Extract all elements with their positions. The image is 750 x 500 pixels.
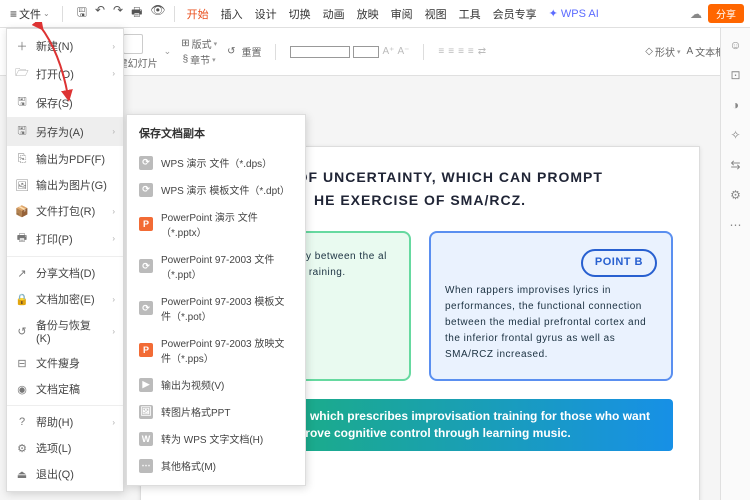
paragraph-group[interactable]: ≡≡≡≡⇄ — [438, 46, 486, 57]
tab-design[interactable]: 设计 — [255, 4, 277, 24]
ai-icon: ✦ — [549, 7, 558, 20]
sidebar-more-icon[interactable]: ⋯ — [730, 218, 742, 232]
file-menu-item[interactable]: 🖶打印(P)› — [7, 224, 123, 253]
save-as-option[interactable]: PPowerPoint 97-2003 放映文件（*.pps） — [127, 329, 305, 371]
ai-label: WPS AI — [561, 8, 599, 20]
tab-animation[interactable]: 动画 — [323, 4, 345, 24]
chevron-down-icon: ⌄ — [43, 9, 50, 18]
point-b-badge: POINT B — [581, 249, 657, 277]
cloud-icon[interactable]: ☁ — [690, 7, 702, 21]
save-icon[interactable]: 🖫 — [77, 3, 87, 24]
print-icon[interactable]: 🖶 — [131, 3, 142, 24]
right-sidebar: ☺ ⊡ ◑ ✧ ⇆ ⚙ ⋯ — [720, 28, 750, 500]
file-menu-item[interactable]: 🖼输出为图片(G) — [7, 172, 123, 198]
file-menu-item[interactable]: ↺备份与恢复(K)› — [7, 312, 123, 350]
save-as-option[interactable]: ⟳PowerPoint 97-2003 文件（*.ppt） — [127, 245, 305, 287]
file-menu-item[interactable]: 🖫保存(S) — [7, 88, 123, 117]
tab-show[interactable]: 放映 — [357, 4, 379, 24]
save-as-option[interactable]: W转为 WPS 文字文档(H) — [127, 425, 305, 452]
quick-access-toolbar: 🖫 ↶ ↷ 🖶 👁 — [77, 3, 166, 24]
file-menu-item[interactable]: ⚙选项(L) — [7, 435, 123, 461]
file-menu-item[interactable]: 🗁打开(O)› — [7, 59, 123, 88]
ribbon-tabs: 开始 插入 设计 切换 动画 放映 审阅 视图 工具 会员专享 — [187, 4, 537, 24]
redo-icon[interactable]: ↷ — [113, 3, 123, 24]
sidebar-trans-icon[interactable]: ⇆ — [730, 158, 740, 172]
wps-ai-button[interactable]: ✦ WPS AI — [549, 7, 599, 20]
tab-start[interactable]: 开始 — [187, 4, 209, 24]
file-menu-item[interactable]: ◉文档定稿 — [7, 376, 123, 402]
save-as-option[interactable]: ⋯其他格式(M) — [127, 452, 305, 479]
tab-member[interactable]: 会员专享 — [493, 4, 537, 24]
sidebar-user-icon[interactable]: ☺ — [729, 38, 741, 52]
file-menu-button[interactable]: ≡ 文件 ⌄ — [6, 4, 54, 24]
save-as-option[interactable]: 🖼转图片格式PPT — [127, 398, 305, 425]
file-menu-item[interactable]: ?帮助(H)› — [7, 409, 123, 435]
file-menu-item[interactable]: 🔒文档加密(E)› — [7, 286, 123, 312]
file-menu-label: 文件 — [19, 6, 41, 22]
file-menu-item[interactable]: ↗分享文档(D) — [7, 260, 123, 286]
file-menu-item[interactable]: ⎘输出为PDF(F) — [7, 146, 123, 172]
save-as-option[interactable]: PPowerPoint 演示 文件（*.pptx） — [127, 203, 305, 245]
save-as-submenu: 保存文档副本⟳WPS 演示 文件（*.dps）⟳WPS 演示 模板文件（*.dp… — [126, 114, 306, 486]
share-button[interactable]: 分享 — [708, 4, 744, 23]
file-menu-item[interactable]: ⊟文件瘦身 — [7, 350, 123, 376]
tab-review[interactable]: 审阅 — [391, 4, 413, 24]
submenu-header: 保存文档副本 — [127, 121, 305, 149]
save-as-option[interactable]: ⟳WPS 演示 模板文件（*.dpt） — [127, 176, 305, 203]
save-as-option[interactable]: ⟳WPS 演示 文件（*.dps） — [127, 149, 305, 176]
file-menu-item[interactable]: 📦文件打包(R)› — [7, 198, 123, 224]
new-slide-icon[interactable] — [123, 34, 143, 54]
tab-tools[interactable]: 工具 — [459, 4, 481, 24]
sidebar-anim-icon[interactable]: ✧ — [730, 128, 740, 142]
file-menu-item[interactable]: 🖫另存为(A)› — [7, 117, 123, 146]
tab-insert[interactable]: 插入 — [221, 4, 243, 24]
reset-button[interactable]: ↺重置 — [227, 44, 261, 59]
hamburger-icon: ≡ — [10, 7, 17, 21]
tab-view[interactable]: 视图 — [425, 4, 447, 24]
save-as-option[interactable]: ▶输出为视频(V) — [127, 371, 305, 398]
file-menu-item[interactable]: ＋新建(N)› — [7, 33, 123, 59]
file-dropdown-menu: ＋新建(N)›🗁打开(O)›🖫保存(S)🖫另存为(A)›⎘输出为PDF(F)🖼输… — [6, 28, 124, 492]
layout-button[interactable]: ⊞版式▾ — [181, 36, 217, 51]
sidebar-design-icon[interactable]: ◑ — [732, 98, 739, 112]
tab-transition[interactable]: 切换 — [289, 4, 311, 24]
sidebar-select-icon[interactable]: ⊡ — [730, 68, 740, 82]
file-menu-item[interactable]: ⏏退出(Q) — [7, 461, 123, 487]
font-group[interactable]: A⁺A⁻ — [290, 46, 409, 58]
sidebar-tool-icon[interactable]: ⚙ — [730, 188, 741, 202]
save-as-option[interactable]: ⟳PowerPoint 97-2003 模板文件（*.pot） — [127, 287, 305, 329]
shape-button[interactable]: ◇形状▾ — [645, 44, 680, 59]
point-b-card: POINT B When rappers improvises lyrics i… — [429, 231, 673, 381]
undo-icon[interactable]: ↶ — [95, 3, 105, 24]
preview-icon[interactable]: 👁 — [150, 3, 165, 24]
section-button[interactable]: §章节▾ — [183, 52, 216, 67]
